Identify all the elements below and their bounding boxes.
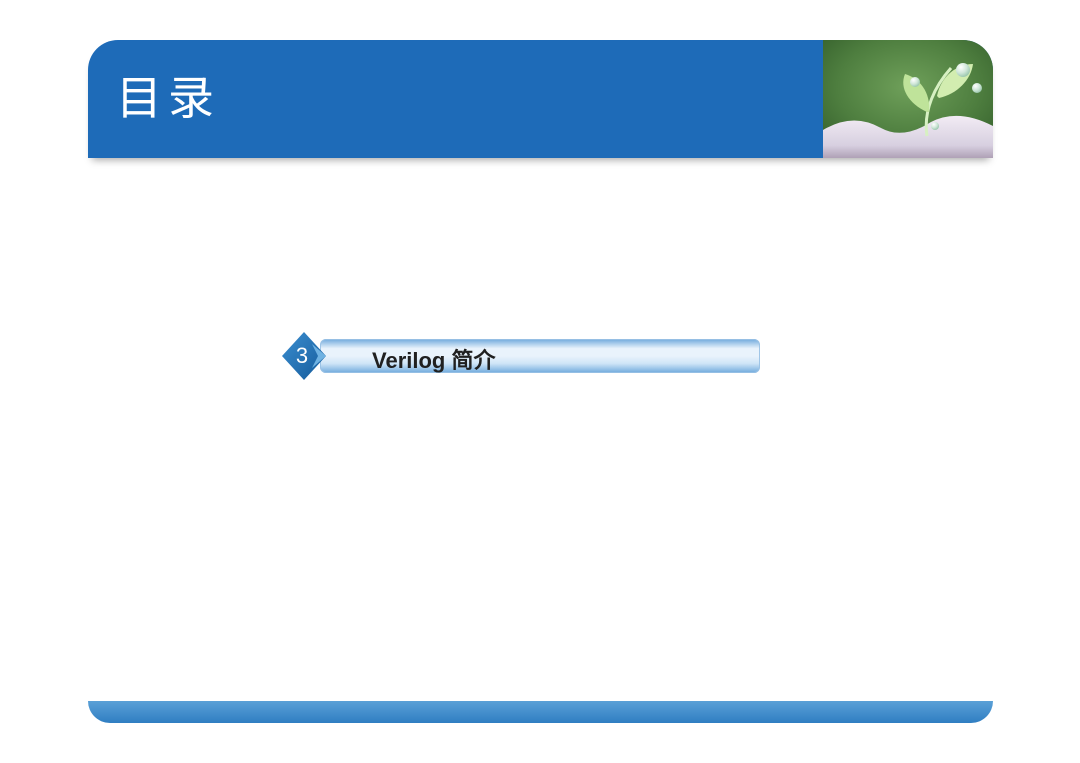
toc-item-number: 3	[280, 330, 332, 382]
toc-item-label: Verilog 简介	[372, 343, 495, 375]
header-title: 目录	[116, 62, 220, 128]
toc-item: 3 Verilog 简介	[280, 336, 760, 376]
footer-bar	[88, 701, 993, 723]
header-decorative-image	[823, 40, 993, 158]
header-bar: 目录	[88, 40, 993, 158]
sprout-photo-icon	[823, 40, 993, 158]
